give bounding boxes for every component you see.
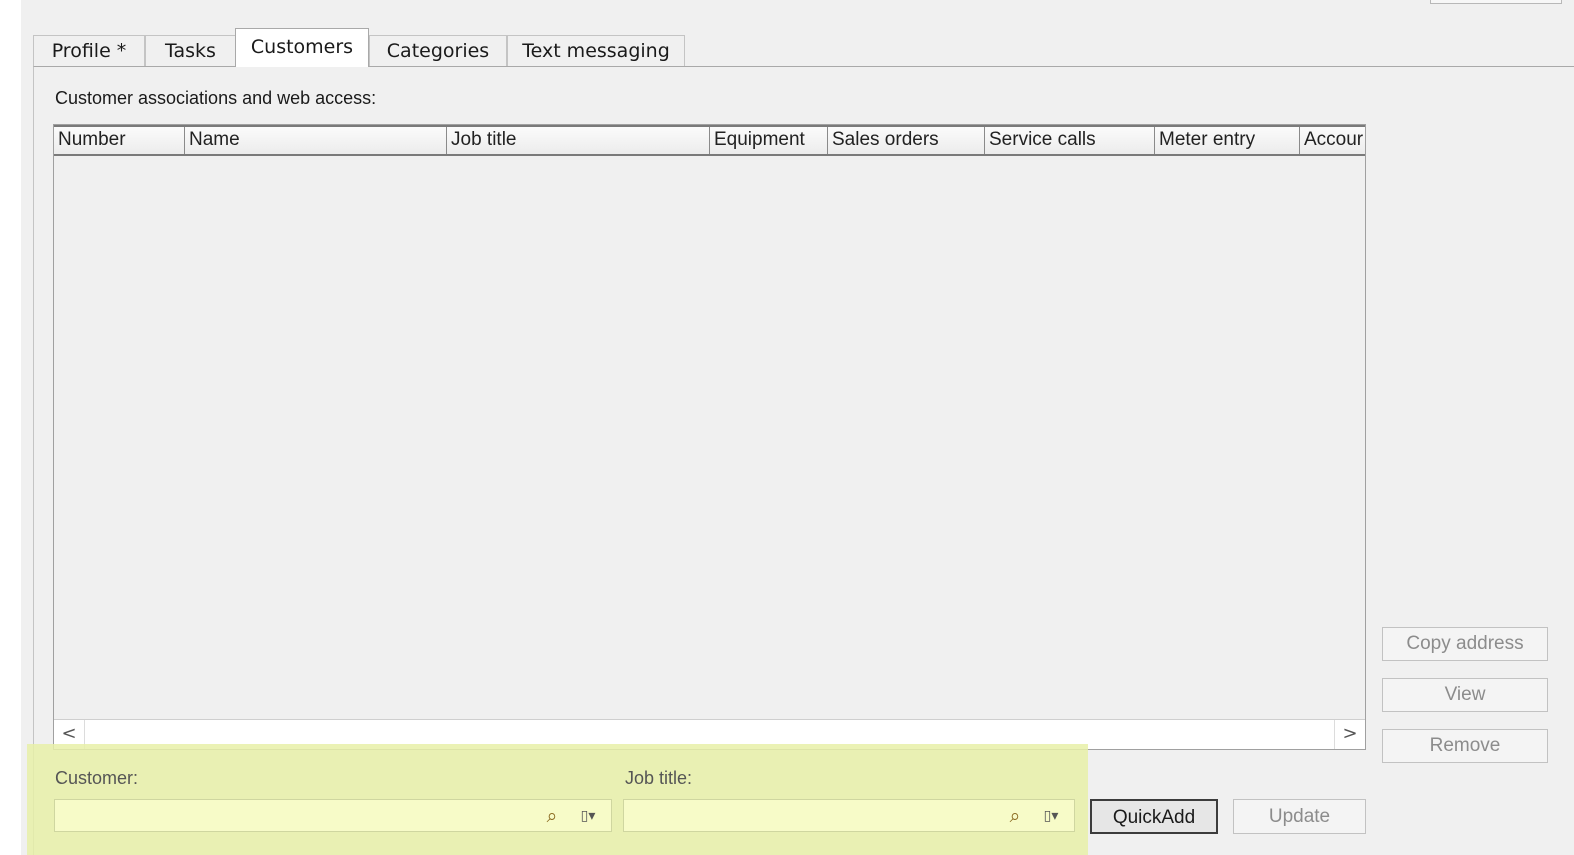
column-header-number[interactable]: Number bbox=[54, 127, 185, 154]
column-header-job-title[interactable]: Job title bbox=[447, 127, 710, 154]
tab-profile[interactable]: Profile * bbox=[33, 35, 145, 66]
grid-header: Number Name Job title Equipment Sales or… bbox=[54, 125, 1365, 156]
section-label: Customer associations and web access: bbox=[55, 88, 377, 108]
column-header-service-calls[interactable]: Service calls bbox=[985, 127, 1155, 154]
column-header-meter-entry[interactable]: Meter entry bbox=[1155, 127, 1300, 154]
tab-text-messaging[interactable]: Text messaging bbox=[507, 35, 685, 66]
customer-label: Customer: bbox=[55, 768, 139, 788]
quickadd-button[interactable]: QuickAdd bbox=[1090, 799, 1218, 834]
column-header-account[interactable]: Accour bbox=[1300, 127, 1365, 154]
customer-grid[interactable]: Number Name Job title Equipment Sales or… bbox=[53, 124, 1366, 750]
grid-body[interactable] bbox=[54, 156, 1365, 719]
column-header-name[interactable]: Name bbox=[185, 127, 447, 154]
column-header-equipment[interactable]: Equipment bbox=[710, 127, 828, 154]
tab-tasks[interactable]: Tasks bbox=[145, 35, 236, 66]
tab-categories[interactable]: Categories bbox=[369, 35, 507, 66]
update-button[interactable]: Update bbox=[1233, 799, 1366, 834]
job-title-lookup[interactable]: ⌕ ▯▾ bbox=[623, 799, 1075, 832]
lookup-menu-icon[interactable]: ▯▾ bbox=[1034, 804, 1068, 828]
copy-address-button[interactable]: Copy address bbox=[1382, 627, 1548, 661]
job-title-label: Job title: bbox=[625, 768, 693, 788]
magnifier-icon[interactable]: ⌕ bbox=[539, 804, 565, 828]
tab-customers[interactable]: Customers bbox=[235, 28, 369, 67]
job-title-input[interactable] bbox=[624, 800, 998, 831]
customer-input[interactable] bbox=[55, 800, 535, 831]
customer-lookup[interactable]: ⌕ ▯▾ bbox=[54, 799, 612, 832]
scroll-right-icon[interactable]: > bbox=[1334, 720, 1365, 749]
column-header-sales-orders[interactable]: Sales orders bbox=[828, 127, 985, 154]
remove-button[interactable]: Remove bbox=[1382, 729, 1548, 763]
top-right-control[interactable] bbox=[1430, 0, 1562, 4]
lookup-menu-icon[interactable]: ▯▾ bbox=[571, 804, 605, 828]
magnifier-icon[interactable]: ⌕ bbox=[1002, 804, 1028, 828]
view-button[interactable]: View bbox=[1382, 678, 1548, 712]
